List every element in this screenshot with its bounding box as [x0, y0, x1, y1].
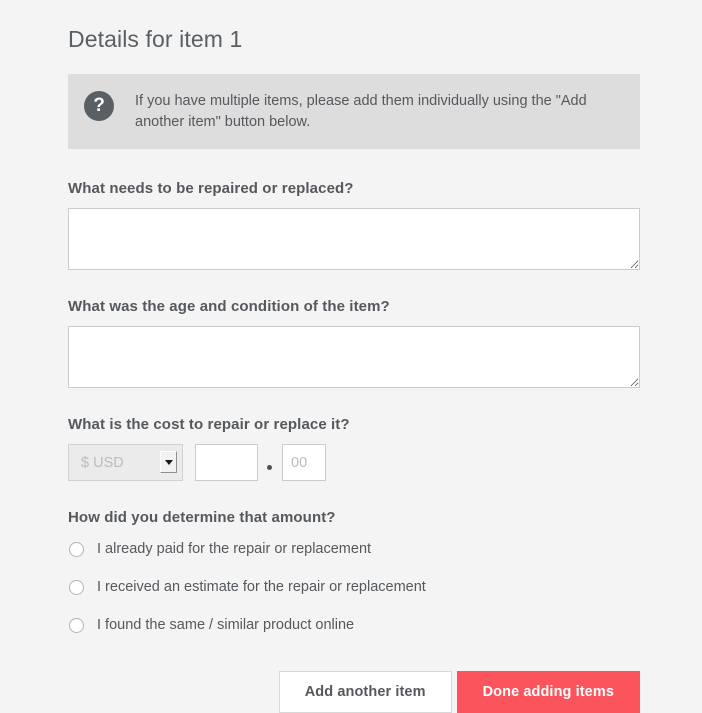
- repair-or-replace-textarea[interactable]: [68, 208, 640, 270]
- currency-select[interactable]: $ USD: [68, 444, 183, 481]
- done-adding-items-button[interactable]: Done adding items: [457, 671, 640, 713]
- determination-radio-group: I already paid for the repair or replace…: [68, 540, 640, 634]
- label-cost: What is the cost to repair or replace it…: [68, 416, 640, 433]
- age-and-condition-textarea[interactable]: [68, 326, 640, 388]
- label-age-and-condition: What was the age and condition of the it…: [68, 298, 640, 315]
- radio-circle-icon[interactable]: [69, 618, 84, 633]
- radio-option-already-paid[interactable]: I already paid for the repair or replace…: [68, 540, 640, 558]
- label-repair-or-replace: What needs to be repaired or replaced?: [68, 180, 640, 197]
- item-details-page: Details for item 1 ? If you have multipl…: [0, 0, 702, 698]
- info-banner-text: If you have multiple items, please add t…: [135, 90, 622, 133]
- radio-option-label: I already paid for the repair or replace…: [97, 540, 371, 558]
- label-determination: How did you determine that amount?: [68, 509, 640, 526]
- cost-cents-input[interactable]: [282, 444, 326, 481]
- radio-circle-icon[interactable]: [69, 542, 84, 557]
- radio-circle-icon[interactable]: [69, 580, 84, 595]
- item-details-form: Details for item 1 ? If you have multipl…: [68, 24, 640, 713]
- radio-option-received-estimate[interactable]: I received an estimate for the repair or…: [68, 578, 640, 596]
- info-banner: ? If you have multiple items, please add…: [68, 74, 640, 149]
- decimal-separator-icon: [267, 465, 272, 470]
- page-title: Details for item 1: [68, 24, 640, 54]
- add-another-item-button[interactable]: Add another item: [279, 671, 452, 713]
- radio-option-label: I received an estimate for the repair or…: [97, 578, 426, 596]
- question-mark-icon: ?: [84, 91, 114, 121]
- cost-dollars-input[interactable]: [195, 444, 258, 481]
- currency-select-wrapper: $ USD: [68, 444, 183, 481]
- form-actions: Add another item Done adding items: [68, 671, 640, 713]
- radio-option-label: I found the same / similar product onlin…: [97, 616, 354, 634]
- cost-input-row: $ USD: [68, 444, 640, 481]
- radio-option-found-online[interactable]: I found the same / similar product onlin…: [68, 616, 640, 634]
